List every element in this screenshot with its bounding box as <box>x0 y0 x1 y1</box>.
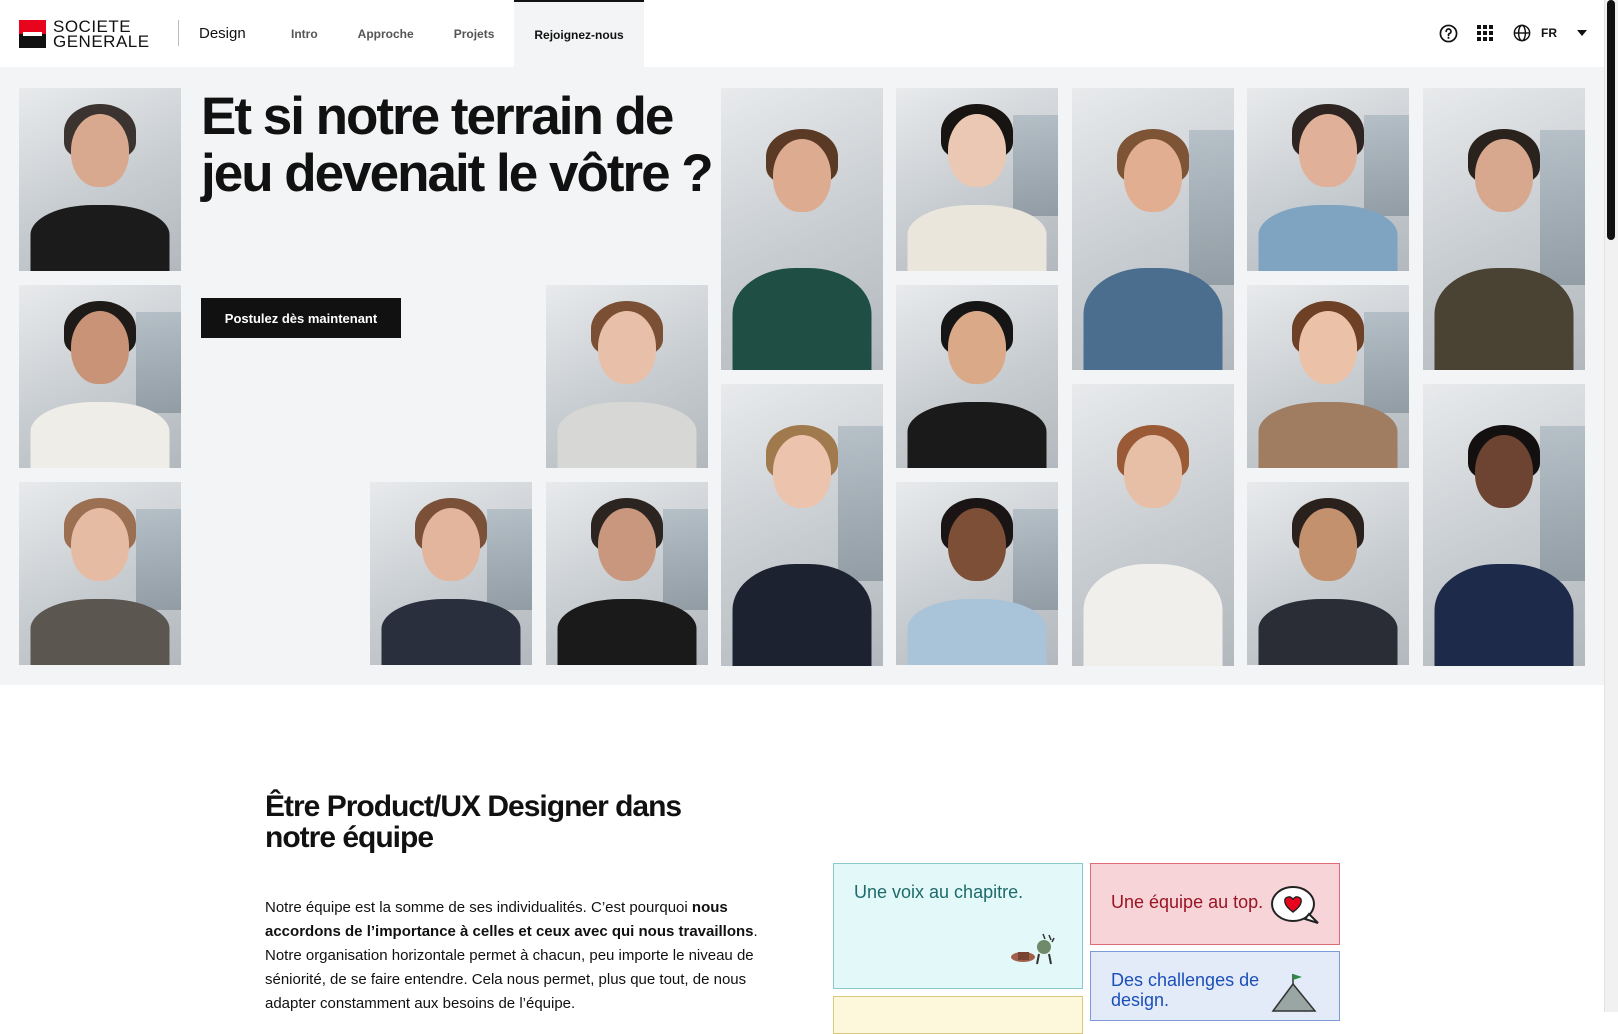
team-member-photo <box>1072 384 1234 666</box>
nav-item-rejoignez-nous[interactable]: Rejoignez-nous <box>514 0 644 67</box>
section-paragraph: Notre équipe est la somme de ses individ… <box>265 899 758 1012</box>
card-label: Une voix au chapitre. <box>854 882 1024 902</box>
team-member-photo <box>896 482 1058 665</box>
team-member-photo <box>546 285 708 468</box>
card-label: Des challenges de design. <box>1111 970 1260 1010</box>
team-member-photo <box>370 482 532 665</box>
heart-bubble-sticker-icon <box>1269 884 1321 932</box>
top-navigation-bar: SOCIETE GENERALE Design Intro Approche P… <box>0 0 1604 67</box>
section-title: Être Product/UX Designer dans notre équi… <box>265 790 682 854</box>
logo-text: SOCIETE GENERALE <box>53 17 150 51</box>
value-card-4 <box>833 996 1083 1034</box>
team-member-photo <box>1247 482 1409 665</box>
logo-mark-icon <box>19 20 46 48</box>
hero-title: Et si notre terrain de jeu devenait le v… <box>201 87 714 203</box>
team-member-photo <box>546 482 708 665</box>
nav-item-intro[interactable]: Intro <box>271 0 338 67</box>
caret-down-icon[interactable] <box>1571 22 1593 44</box>
team-member-photo <box>1247 285 1409 468</box>
team-member-photo <box>1423 384 1585 666</box>
megaphone-sticker-icon <box>1009 932 1059 972</box>
team-member-photo <box>19 88 181 271</box>
team-member-photo <box>721 88 883 370</box>
team-member-photo <box>1247 88 1409 271</box>
globe-icon[interactable] <box>1511 22 1533 44</box>
team-member-photo <box>721 384 883 666</box>
team-member-photo <box>896 285 1058 468</box>
nav-item-approche[interactable]: Approche <box>338 0 434 67</box>
scrollbar-thumb[interactable] <box>1607 0 1615 240</box>
apply-now-button[interactable]: Postulez dès maintenant <box>201 298 401 338</box>
team-member-photo <box>1072 88 1234 370</box>
help-circle-icon[interactable] <box>1437 22 1459 44</box>
team-member-photo <box>1423 88 1585 370</box>
grid-icon[interactable] <box>1474 22 1496 44</box>
team-member-photo <box>896 88 1058 271</box>
site-section-label[interactable]: Design <box>199 25 246 42</box>
header-utilities: FR <box>1437 22 1593 44</box>
page-scrollbar[interactable] <box>1604 0 1618 1012</box>
value-card-challenges: Des challenges de design. <box>1090 951 1340 1021</box>
team-member-photo <box>19 482 181 665</box>
value-card-voice: Une voix au chapitre. <box>833 863 1083 989</box>
main-nav: Intro Approche Projets Rejoignez-nous <box>271 0 644 67</box>
societe-generale-logo[interactable]: SOCIETE GENERALE <box>19 17 150 51</box>
nav-item-projets[interactable]: Projets <box>434 0 515 67</box>
language-selector[interactable]: FR <box>1541 26 1557 40</box>
logo-divider <box>178 20 179 46</box>
value-card-team: Une équipe au top. <box>1090 863 1340 945</box>
team-member-photo <box>19 285 181 468</box>
mountain-flag-sticker-icon <box>1271 974 1319 1016</box>
